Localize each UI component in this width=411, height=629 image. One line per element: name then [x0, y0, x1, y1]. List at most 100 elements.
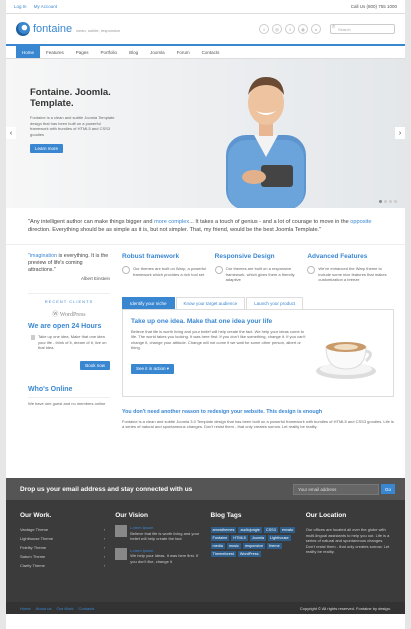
content-area: "imagination is everything. It is the pr… — [6, 245, 405, 430]
feature-body: Our themes are built on Warp, a powerful… — [133, 266, 206, 277]
footer-link[interactable]: Saturn Theme › — [20, 554, 105, 563]
tag[interactable]: responsive — [242, 543, 266, 549]
learn-more-button[interactable]: Learn more — [30, 144, 64, 153]
quote-link[interactable]: more complex — [154, 219, 189, 225]
my-account-link[interactable]: My Account — [34, 4, 57, 9]
quote-text: "Any intelligent author can make things … — [28, 219, 155, 225]
hero-person-image — [226, 77, 306, 208]
newsletter-bar: Drop us your email address and stay conn… — [6, 478, 405, 500]
slide-title: Fontaine. Joomla. Template. — [30, 87, 111, 109]
slider-dot[interactable] — [389, 200, 392, 203]
login-link[interactable]: Log In — [14, 4, 27, 9]
slider-dots — [379, 200, 397, 203]
footer-link-label: Clarity Theme — [20, 563, 45, 568]
tab-identify-niche[interactable]: Identify your niche — [122, 296, 175, 309]
feature-advanced: Advanced Features We've enhanced the War… — [307, 253, 394, 283]
tab-panel-title: Take up one idea. Make that one idea you… — [131, 317, 273, 325]
email-field[interactable]: Your email address — [293, 483, 379, 495]
footer-link[interactable]: Fidelity Theme › — [20, 545, 105, 554]
bottom-link[interactable]: Home — [20, 606, 31, 611]
chevron-right-icon: › — [103, 554, 106, 559]
button-label: See it in action — [136, 365, 166, 371]
nav-portfolio[interactable]: Portfolio — [95, 46, 124, 58]
newsletter-go-button[interactable]: Go — [381, 484, 395, 494]
tag[interactable]: envato — [279, 527, 296, 533]
vision-item: Lorem ipsum Believe that life is worth li… — [115, 525, 200, 542]
left-sidebar: "imagination is everything. It is the pr… — [28, 253, 110, 430]
feature-icon — [122, 266, 130, 274]
tag[interactable]: HTML5 — [231, 535, 248, 541]
nav-pages[interactable]: Pages — [70, 46, 95, 58]
client-name: WordPress — [59, 312, 86, 318]
see-in-action-button[interactable]: See it in action ▾ — [131, 363, 175, 374]
tag[interactable]: Lighthouse — [267, 535, 291, 541]
nav-forum[interactable]: Forum — [171, 46, 196, 58]
tag[interactable]: media — [210, 543, 225, 549]
nav-features[interactable]: Features — [40, 46, 70, 58]
footer-link[interactable]: Lighthouse Theme › — [20, 536, 105, 545]
facebook-icon[interactable]: f — [285, 24, 295, 34]
whos-online-body: We have one guest and no members online — [28, 396, 110, 406]
footer-heading: Blog Tags — [210, 512, 242, 519]
tag[interactable]: WordPress — [237, 551, 261, 557]
tag[interactable]: arrowthemes — [210, 527, 237, 533]
slider-next-button[interactable]: › — [395, 127, 405, 139]
book-now-button[interactable]: Book now — [80, 360, 110, 370]
slider-dot[interactable] — [394, 200, 397, 203]
tab-panel-body: Believe that life is worth living and yo… — [131, 328, 306, 351]
tab-launch-product[interactable]: Launch your product — [246, 296, 304, 309]
vimeo-icon[interactable]: v — [311, 24, 321, 34]
chevron-right-icon: › — [103, 545, 106, 550]
nav-home[interactable]: Home — [16, 46, 41, 58]
coffee-cup-image — [316, 341, 376, 379]
slider-dot[interactable] — [379, 200, 382, 203]
footer-link-label: Vantage Theme — [20, 527, 49, 532]
vision-thumbnail[interactable] — [115, 547, 128, 560]
phone-number: Call Us (800) 755 1000 — [350, 4, 397, 9]
tab-target-audience[interactable]: Know your target audience — [175, 296, 246, 309]
slide-body: Fontaine is a clean and subtle Joomla Te… — [30, 115, 115, 137]
chevron-right-icon: › — [103, 563, 106, 568]
tag[interactable]: Joomla — [249, 535, 266, 541]
wordpress-logo: Ⓦ WordPress — [52, 312, 86, 318]
tag[interactable]: CSS3 — [263, 527, 278, 533]
tag[interactable]: audiojungle — [238, 527, 262, 533]
footer-link[interactable]: Vantage Theme › — [20, 527, 105, 536]
tag[interactable]: music — [226, 543, 241, 549]
bottom-link[interactable]: About us — [36, 606, 52, 611]
footer-link-label: Lighthouse Theme — [20, 536, 54, 541]
copyright: Copyright © All rights reserved. Fontain… — [299, 605, 391, 611]
footer: Our Work. Vantage Theme › Lighthouse Them… — [6, 500, 405, 602]
bottom-link[interactable]: Our Work — [56, 606, 73, 611]
nav-contacts[interactable]: Contacts — [196, 46, 226, 58]
twitter-icon[interactable]: t — [259, 24, 269, 34]
footer-our-location: Our Location Our offices are located all… — [306, 512, 391, 602]
quote-link[interactable]: opposite — [350, 219, 371, 225]
chevron-right-icon: › — [103, 536, 106, 541]
tag[interactable]: Fontaine — [210, 535, 230, 541]
vision-thumbnail[interactable] — [115, 525, 128, 537]
slider-dot[interactable] — [384, 200, 387, 203]
feature-row: Robust framework Our themes are built on… — [122, 253, 394, 283]
footer-link[interactable]: Clarity Theme › — [20, 563, 105, 572]
feature-title: Advanced Features — [307, 253, 368, 260]
whos-online-title: Who's Online — [28, 385, 73, 393]
tag[interactable]: Themeforest — [210, 551, 236, 557]
slider-prev-button[interactable]: ‹ — [6, 127, 16, 139]
flickr-icon[interactable]: ◍ — [298, 24, 308, 34]
tag[interactable]: theme — [267, 543, 282, 549]
brand-name: fontaine — [33, 23, 73, 35]
rss-icon[interactable]: ◎ — [272, 24, 282, 34]
feature-body: Our themes are built on a responsive fra… — [225, 266, 295, 282]
nav-joomla[interactable]: Joomla — [144, 46, 171, 58]
quote-link[interactable]: "imagination — [28, 253, 57, 259]
bottom-link[interactable]: Contacts — [79, 606, 95, 611]
page: Log In My Account Call Us (800) 755 1000… — [6, 0, 405, 629]
tagline: clean, subtle, responsive — [76, 28, 121, 33]
footer-heading: Our Location — [305, 512, 347, 519]
search-input[interactable]: Search — [330, 24, 395, 34]
logo[interactable]: fontaine clean, subtle, responsive — [16, 22, 120, 36]
main-nav: Home Features Pages Portfolio Blog Jooml… — [6, 46, 405, 59]
nav-blog[interactable]: Blog — [123, 46, 144, 58]
social-icons: t ◎ f ◍ v Search — [259, 24, 395, 34]
